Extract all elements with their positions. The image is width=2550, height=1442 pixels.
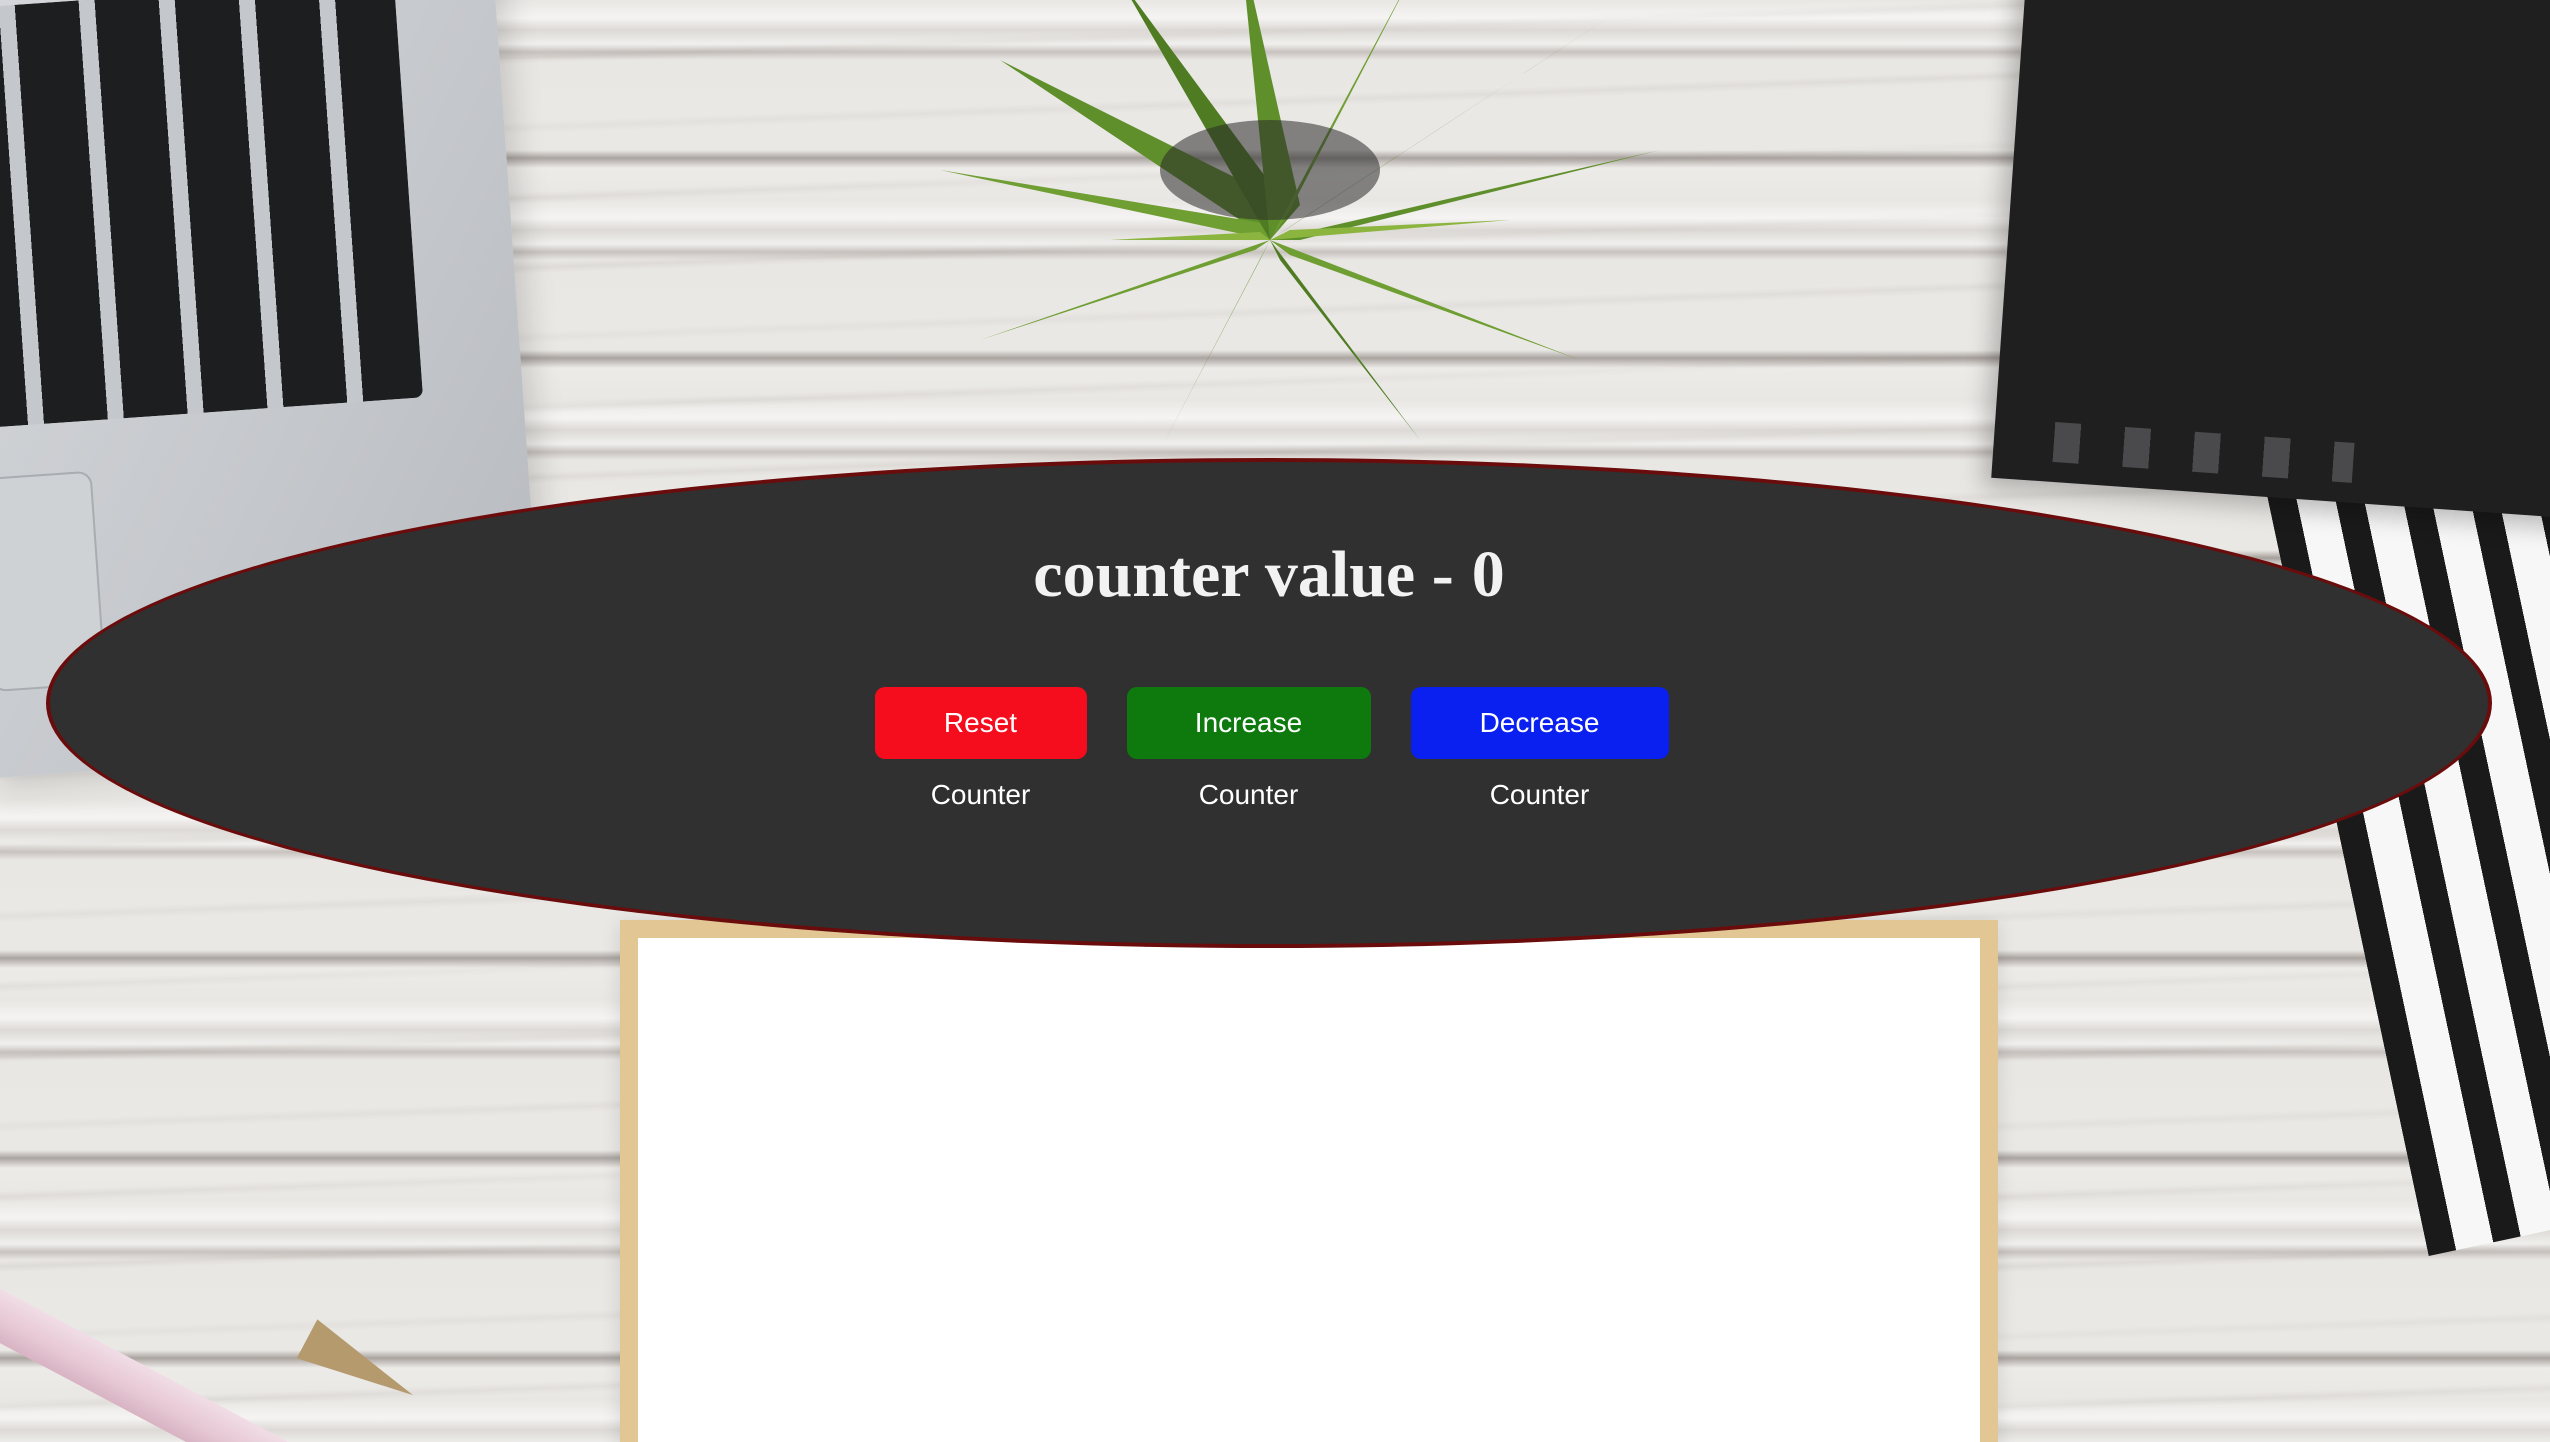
counter-label: counter value - (1033, 538, 1454, 611)
pen-tip-image (296, 1319, 424, 1415)
notebook-rings (2052, 422, 2355, 483)
counter-card: counter value -0 Reset Counter Increase … (46, 458, 2492, 948)
notebook-image (1991, 0, 2550, 521)
counter-heading: counter value -0 (50, 542, 2488, 608)
button-row: Reset Counter Increase Counter Decrease … (50, 687, 2488, 810)
counter-value: 0 (1471, 538, 1505, 611)
keyboard-image (0, 0, 424, 430)
paper-sheet-image (620, 920, 1998, 1442)
pen-image (0, 1262, 323, 1442)
reset-counter-button[interactable]: Reset Counter (874, 687, 1087, 810)
increase-counter-button[interactable]: Increase Counter (1126, 687, 1371, 810)
plant-image (940, 0, 1660, 450)
decrease-counter-button[interactable]: Decrease Counter (1410, 687, 1669, 810)
